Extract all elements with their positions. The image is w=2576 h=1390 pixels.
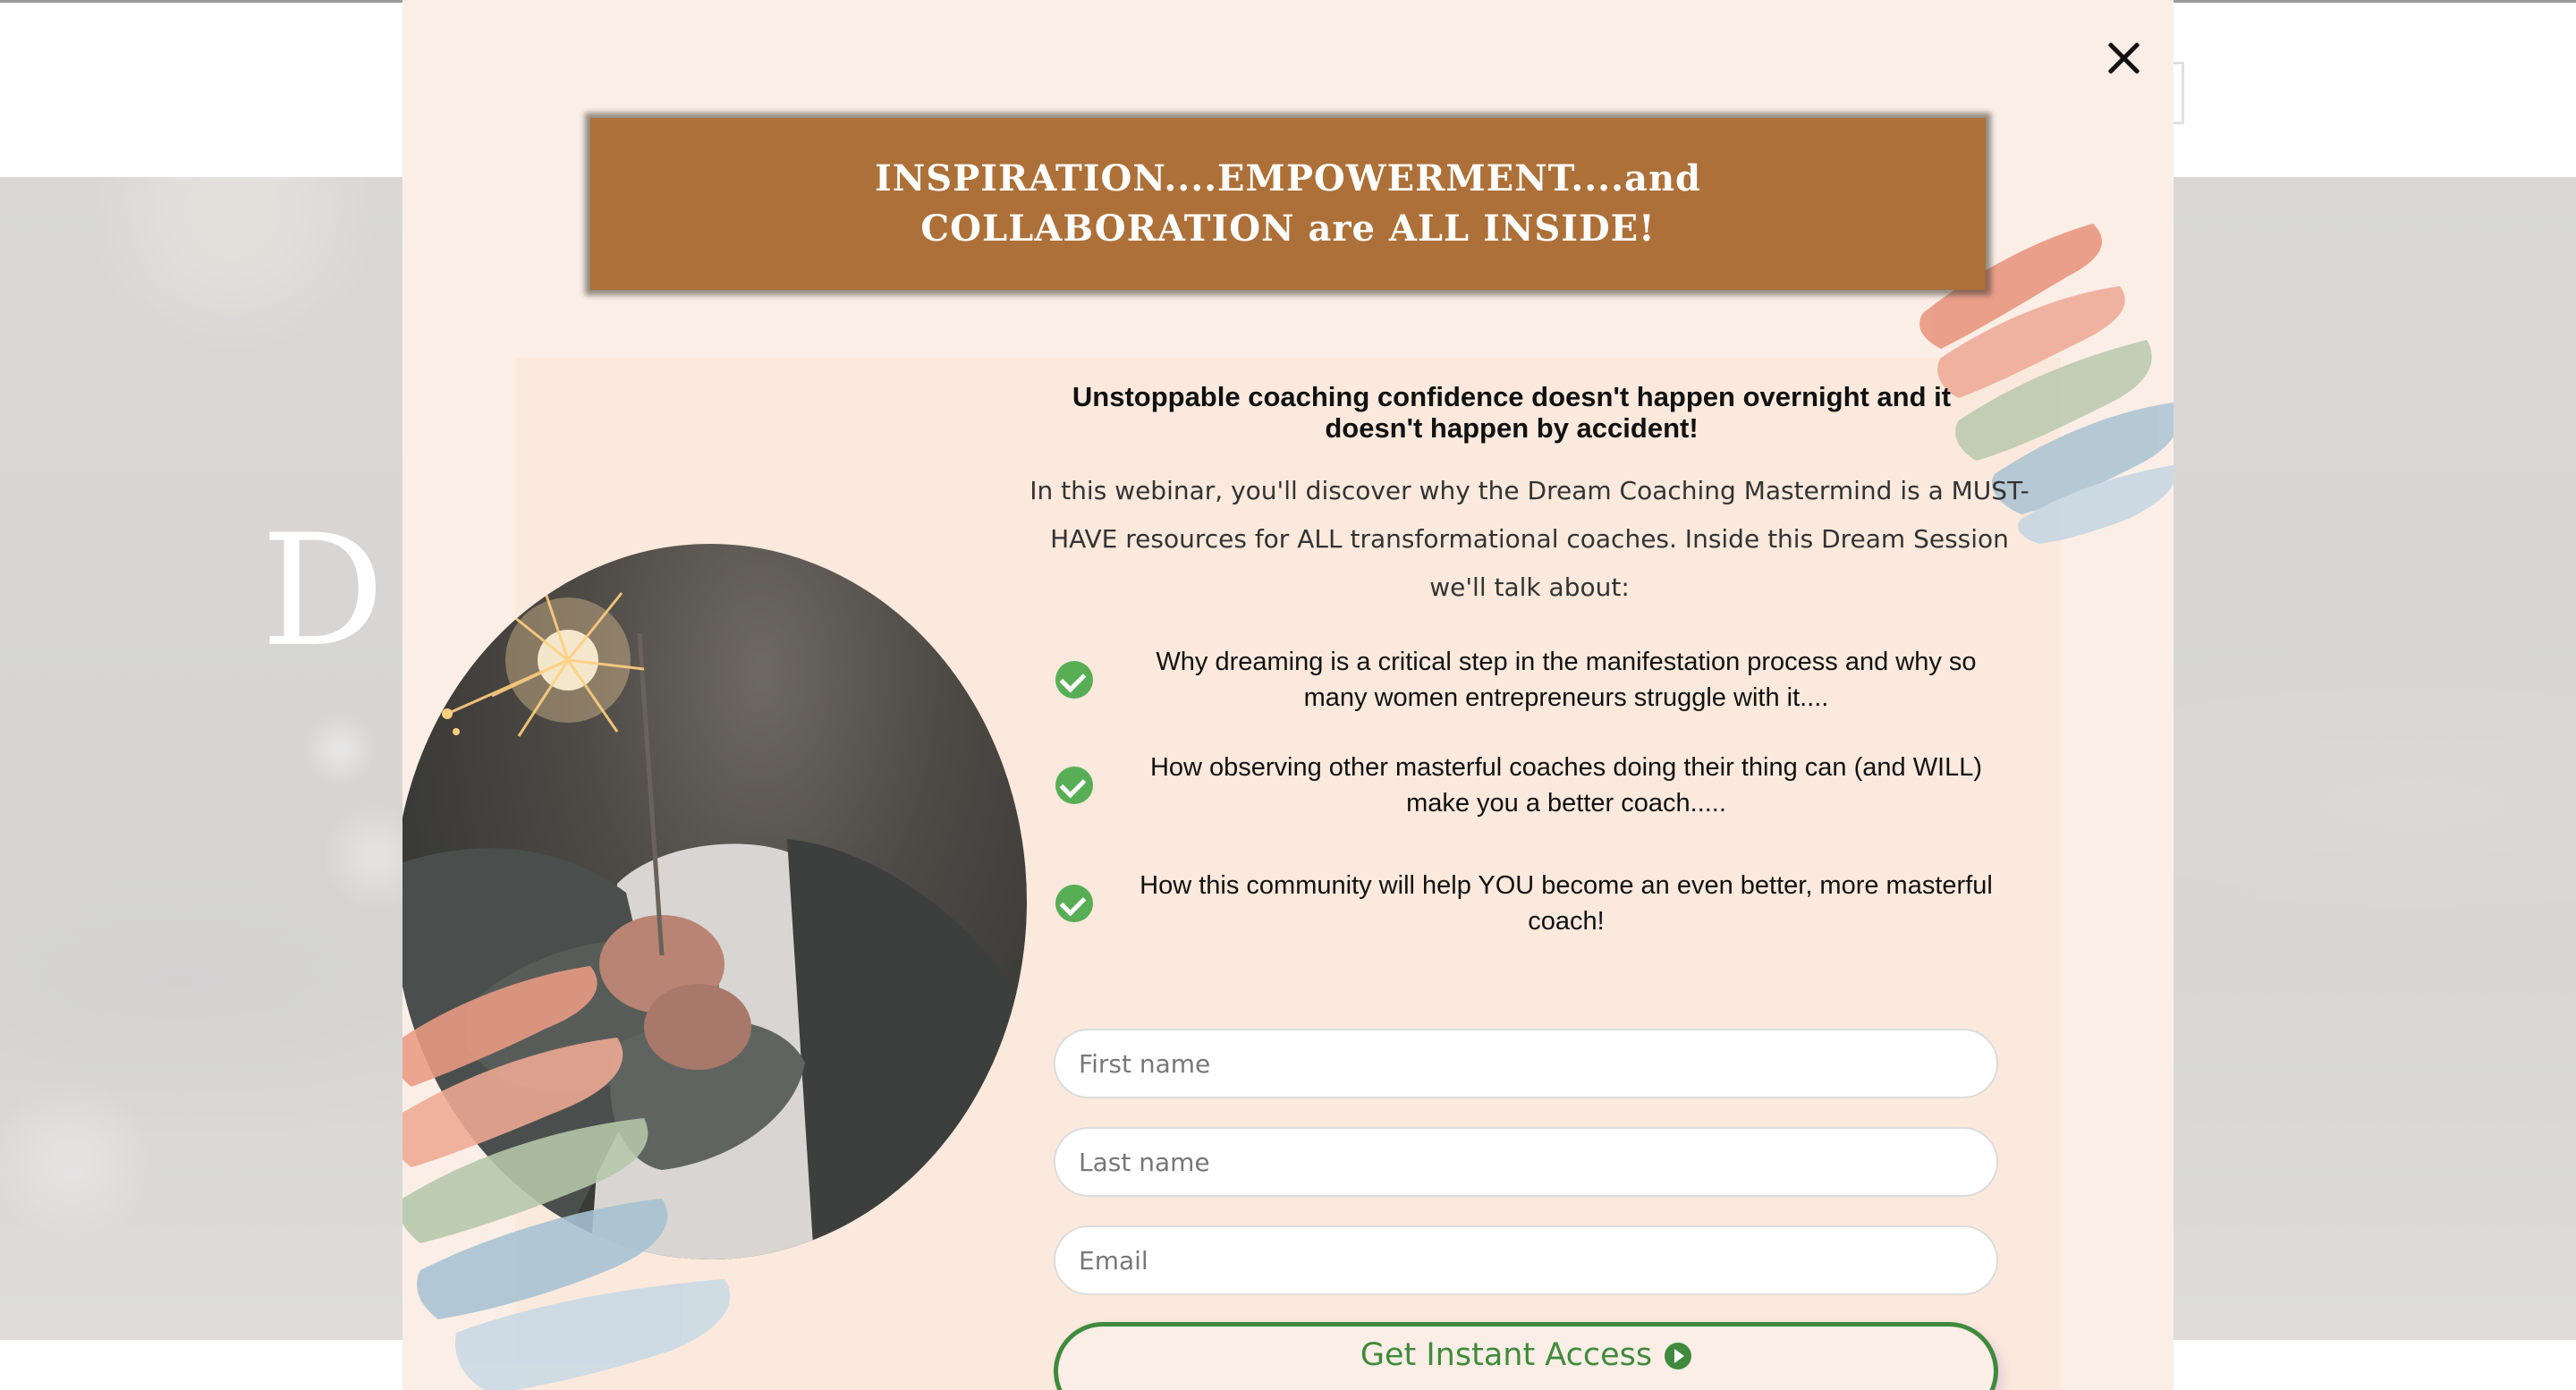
- play-circle-icon: [1665, 1343, 1692, 1369]
- last-name-field[interactable]: [1054, 1127, 1998, 1197]
- hero-title: D: [261, 501, 388, 681]
- close-icon[interactable]: [2100, 34, 2148, 82]
- optin-popup: INSPIRATION....EMPOWERMENT....and COLLAB…: [402, 0, 2174, 1390]
- popup-headline: Unstoppable coaching confidence doesn't …: [1072, 381, 1952, 444]
- popup-intro: In this webinar, you'll discover why the…: [1030, 476, 2029, 602]
- bullet-text: Why dreaming is a critical step in the m…: [1156, 648, 1977, 712]
- banner-text: INSPIRATION....EMPOWERMENT....and COLLAB…: [874, 157, 1701, 250]
- bullet-text: How this community will help YOU become …: [1140, 871, 1993, 936]
- bullet-item: Why dreaming is a critical step in the m…: [1055, 644, 2004, 716]
- get-instant-access-button[interactable]: Get Instant Access: [1054, 1322, 1998, 1390]
- watercolor-brush-decoration-bottom: [402, 966, 731, 1390]
- email-field[interactable]: [1054, 1225, 1998, 1295]
- check-circle-icon: [1055, 767, 1093, 804]
- submit-label: Get Instant Access: [1360, 1337, 1653, 1373]
- first-name-field[interactable]: [1054, 1029, 1998, 1098]
- bullet-item: How observing other masterful coaches do…: [1055, 750, 2004, 821]
- bullet-text: How observing other masterful coaches do…: [1149, 753, 1983, 818]
- headline-banner: INSPIRATION....EMPOWERMENT....and COLLAB…: [590, 118, 1986, 290]
- check-circle-icon: [1055, 885, 1093, 922]
- check-circle-icon: [1055, 661, 1093, 699]
- bullet-item: How this community will help YOU become …: [1055, 868, 2004, 939]
